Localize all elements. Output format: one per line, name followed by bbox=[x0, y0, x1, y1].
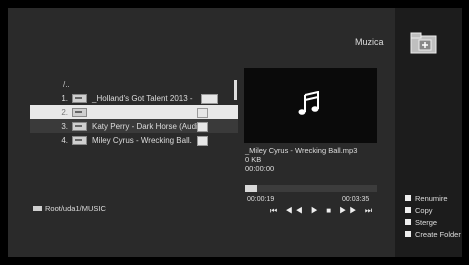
status-badge bbox=[197, 108, 208, 118]
row-label: Miley Cyrus - Wrecking Ball. bbox=[92, 135, 192, 145]
context-menu: Renumire Copy Sterge Create Folder bbox=[405, 192, 461, 240]
list-scrollbar[interactable] bbox=[234, 80, 237, 100]
color-key-icon bbox=[405, 219, 411, 225]
playback-controls[interactable]: ⏮ ◀◀ ▶ ■ ▶▶ ⏭ bbox=[270, 206, 375, 216]
progress-fill bbox=[245, 185, 257, 192]
audio-file-icon bbox=[72, 107, 87, 117]
audio-file-icon bbox=[72, 135, 87, 145]
row-label: Katy Perry - Dark Horse (Audi bbox=[92, 121, 198, 131]
folder-add-icon[interactable] bbox=[410, 32, 440, 54]
row-number: 1. bbox=[61, 93, 68, 103]
preview-pane bbox=[244, 68, 377, 143]
audio-file-icon bbox=[72, 93, 87, 103]
page-title: Muzica bbox=[355, 37, 384, 47]
music-note-icon bbox=[298, 91, 319, 115]
row-label: _Holland's Got Talent 2013 - bbox=[92, 93, 193, 103]
menu-item-rename[interactable]: Renumire bbox=[405, 192, 461, 204]
color-key-icon bbox=[405, 207, 411, 213]
track-size: 0 KB bbox=[245, 155, 262, 164]
list-item[interactable]: 2. bbox=[30, 105, 238, 119]
audio-file-icon bbox=[72, 121, 87, 131]
color-key-icon bbox=[405, 195, 411, 201]
status-badge bbox=[197, 136, 208, 146]
track-info: _Miley Cyrus - Wrecking Ball.mp3 0 KB 00… bbox=[245, 146, 357, 173]
status-badge bbox=[197, 122, 208, 132]
parent-directory[interactable]: /.. bbox=[63, 80, 70, 89]
list-item[interactable]: 4. Miley Cyrus - Wrecking Ball. bbox=[30, 133, 238, 147]
list-item[interactable]: 3. Katy Perry - Dark Horse (Audi bbox=[30, 119, 238, 133]
menu-item-delete[interactable]: Sterge bbox=[405, 216, 461, 228]
menu-item-label: Sterge bbox=[415, 217, 438, 227]
drive-icon bbox=[33, 206, 42, 211]
row-number: 3. bbox=[61, 121, 68, 131]
playback-progress-bar[interactable] bbox=[245, 185, 377, 192]
time-total: 00:03:35 bbox=[342, 196, 370, 203]
current-path: Root/uda1/MUSIC bbox=[45, 204, 106, 213]
status-badge bbox=[201, 94, 218, 104]
menu-item-label: Create Folder bbox=[415, 229, 461, 239]
menu-item-create-folder[interactable]: Create Folder bbox=[405, 228, 461, 240]
track-filename: _Miley Cyrus - Wrecking Ball.mp3 bbox=[245, 146, 358, 155]
track-duration: 00:00:00 bbox=[245, 164, 275, 173]
file-list: 1. _Holland's Got Talent 2013 - 2. 3. Ka… bbox=[30, 91, 238, 147]
menu-item-label: Renumire bbox=[415, 193, 448, 203]
menu-item-copy[interactable]: Copy bbox=[405, 204, 461, 216]
time-elapsed: 00:00:19 bbox=[247, 196, 275, 203]
list-item[interactable]: 1. _Holland's Got Talent 2013 - bbox=[30, 91, 238, 105]
menu-item-label: Copy bbox=[415, 205, 433, 215]
row-number: 2. bbox=[61, 107, 68, 117]
color-key-icon bbox=[405, 231, 411, 237]
row-number: 4. bbox=[61, 135, 68, 145]
breadcrumb: Root/uda1/MUSIC bbox=[33, 204, 106, 213]
